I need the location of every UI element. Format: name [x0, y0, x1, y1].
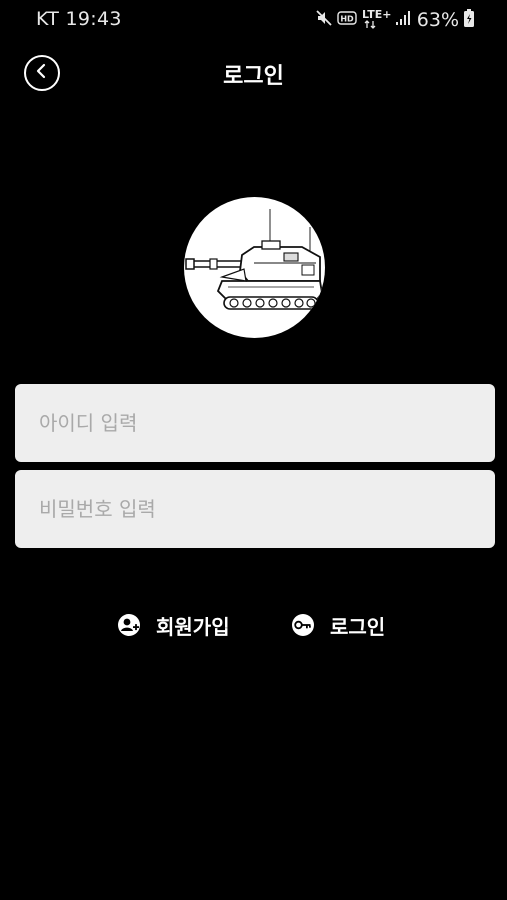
battery-percentage: 63% — [416, 9, 459, 31]
mute-icon — [315, 9, 333, 31]
header: 로그인 — [0, 50, 507, 100]
signup-button[interactable]: 회원가입 — [116, 608, 230, 642]
signup-label: 회원가입 — [156, 614, 230, 639]
login-button[interactable]: 로그인 — [290, 608, 385, 642]
carrier-time: KT 19:43 — [36, 8, 122, 30]
status-icons: HD LTE+ 63% — [315, 7, 475, 33]
tank-icon — [184, 209, 325, 338]
svg-text:LTE+: LTE+ — [362, 8, 391, 21]
app-logo — [184, 197, 325, 338]
action-row: 회원가입 로그인 — [0, 608, 507, 642]
svg-text:HD: HD — [340, 15, 354, 24]
key-icon — [290, 612, 316, 638]
signal-icon — [395, 10, 411, 30]
status-bar: KT 19:43 HD LTE+ 63% — [0, 0, 507, 38]
id-input[interactable] — [15, 384, 495, 462]
page-title: 로그인 — [223, 64, 284, 89]
login-label: 로그인 — [330, 614, 386, 639]
battery-icon — [463, 8, 475, 32]
hd-icon: HD — [337, 10, 357, 30]
password-input[interactable] — [15, 470, 495, 548]
user-add-icon — [116, 612, 142, 638]
lte-icon: LTE+ — [361, 7, 391, 33]
